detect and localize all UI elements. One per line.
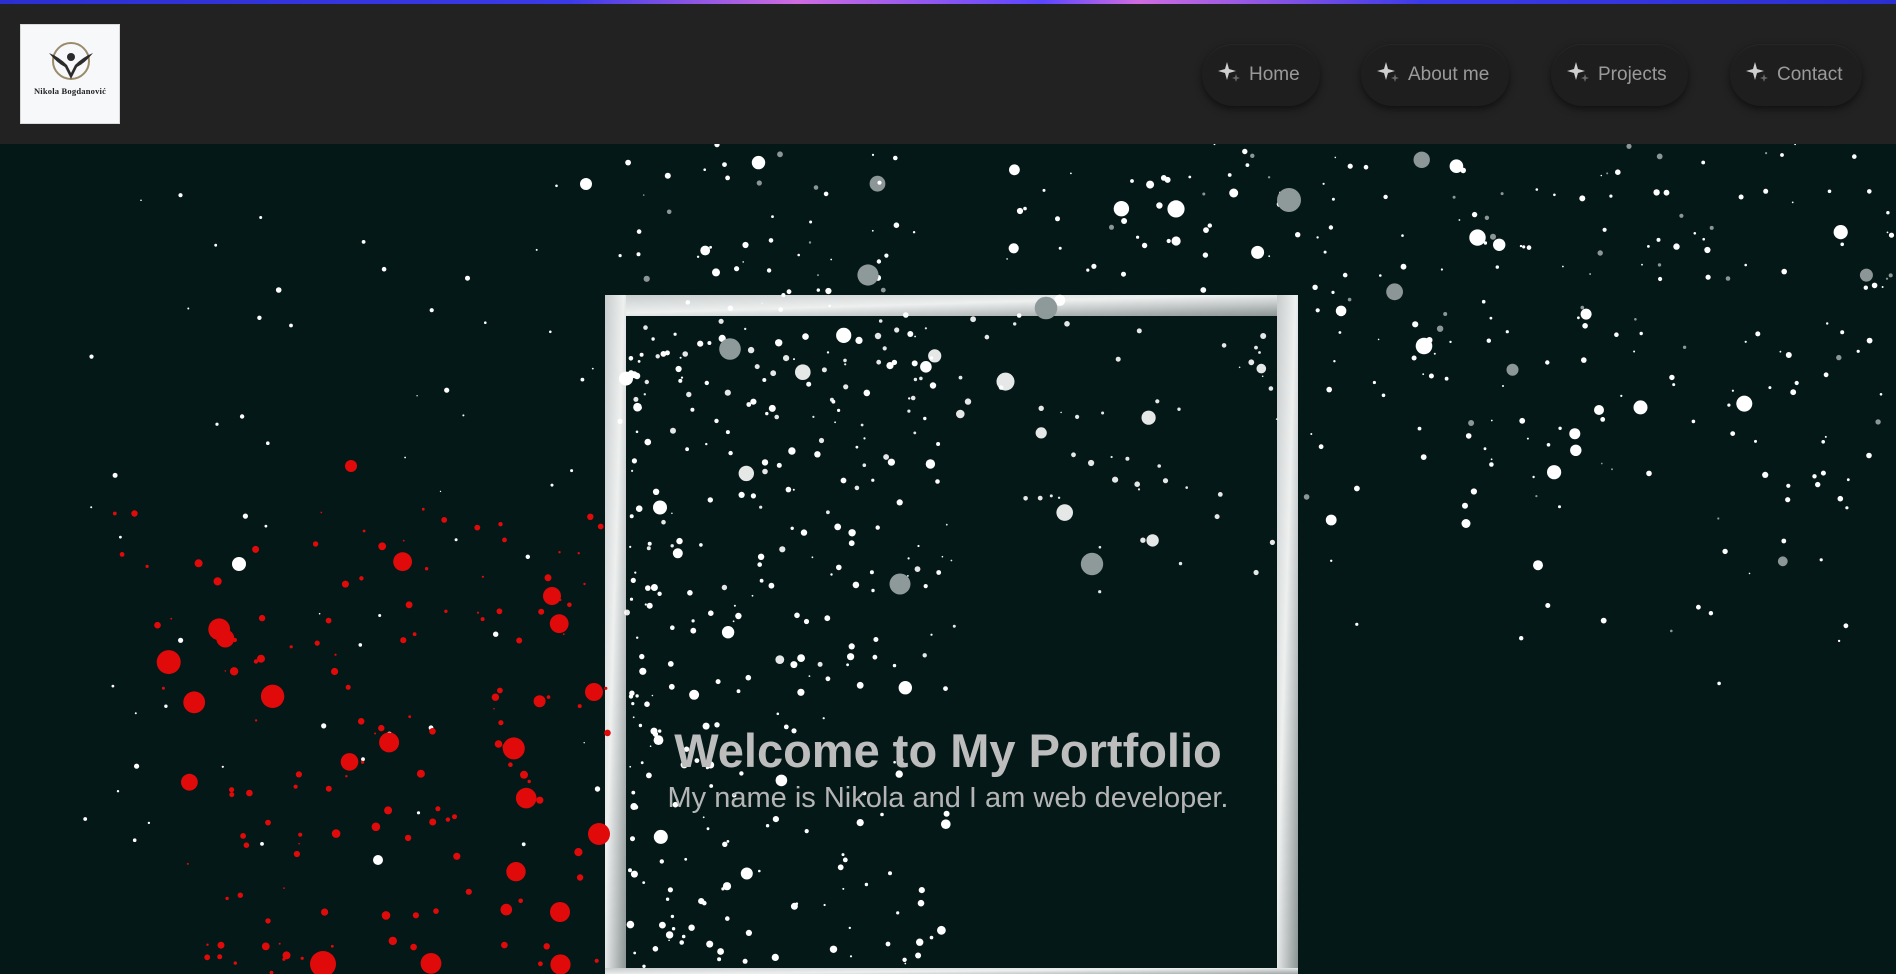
- hero-frame: [605, 295, 1298, 974]
- sparkle-icon: [1746, 62, 1768, 82]
- hero-background: [0, 144, 1896, 974]
- logo-text: Nikola Bogdanović: [33, 86, 107, 96]
- site-header: Nikola Bogdanović Home About me Projects…: [0, 4, 1896, 144]
- site-logo[interactable]: Nikola Bogdanović: [20, 24, 120, 124]
- eagle-emblem-icon: [49, 42, 93, 80]
- sparkle-icon: [1377, 62, 1399, 82]
- nav-home-button[interactable]: Home: [1202, 44, 1320, 106]
- sparkle-icon: [1218, 62, 1240, 82]
- nav-about-label: About me: [1408, 64, 1490, 85]
- sparkle-icon: [1567, 62, 1589, 82]
- nav-contact-button[interactable]: Contact: [1730, 44, 1862, 106]
- hero-title: Welcome to My Portfolio: [674, 724, 1222, 777]
- nav-home-label: Home: [1249, 64, 1300, 85]
- nav-about-button[interactable]: About me: [1361, 44, 1509, 106]
- nav-contact-label: Contact: [1777, 64, 1843, 85]
- hero-subtitle: My name is Nikola and I am web developer…: [667, 782, 1229, 814]
- nav-projects-label: Projects: [1598, 64, 1667, 85]
- nav-projects-button[interactable]: Projects: [1551, 44, 1688, 106]
- hero-section: Welcome to My Portfolio My name is Nikol…: [0, 144, 1896, 974]
